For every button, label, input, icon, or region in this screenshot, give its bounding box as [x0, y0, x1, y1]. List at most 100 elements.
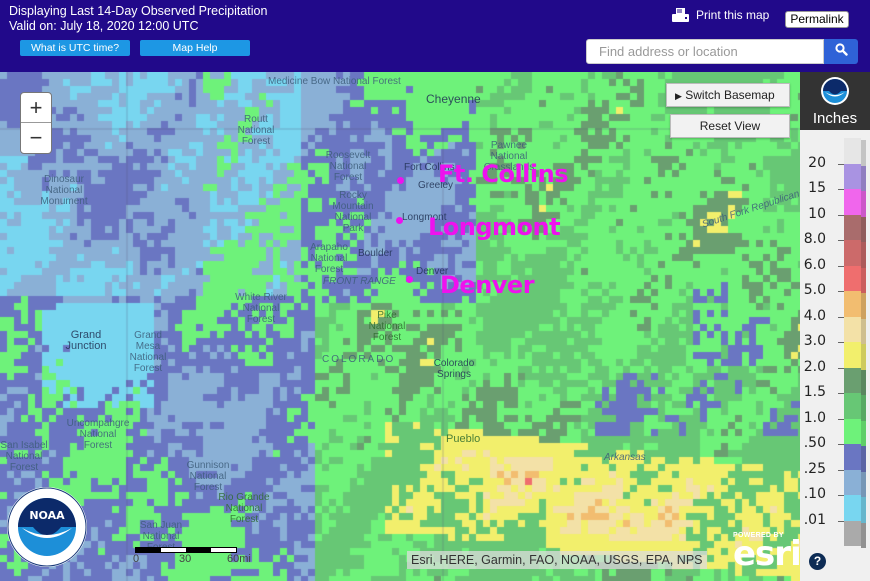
place-label: Uncompahgre National Forest [66, 418, 130, 451]
legend-unit-label: Inches [812, 110, 858, 127]
legend-label: 6.0 [803, 256, 826, 273]
noaa-seal-text: NOAA [29, 509, 65, 522]
precipitation-map[interactable]: Medicine Bow National Forest Cheyenne Ro… [0, 72, 800, 581]
printer-icon [672, 8, 690, 22]
place-label: Cheyenne [426, 92, 481, 106]
map-help-button[interactable]: Map Help [140, 40, 250, 56]
legend-label: 2.0 [803, 358, 826, 375]
legend-swatch [844, 138, 861, 164]
annotation-dot-longmont [396, 217, 403, 224]
place-label: Grand Mesa National Forest [129, 330, 167, 374]
scale-bar: 0 30 60mi [133, 547, 251, 565]
zoom-out-button[interactable]: − [21, 123, 51, 153]
legend-swatch-side [861, 267, 866, 293]
legend-label: 15 [808, 180, 826, 196]
legend-label: 1.0 [803, 409, 826, 426]
title-line-1: Displaying Last 14-Day Observed Precipit… [9, 4, 268, 18]
place-label: Colorado Springs [433, 358, 475, 380]
legend-swatch-side [861, 420, 866, 446]
legend-label: .50 [803, 435, 826, 451]
page-title: Displaying Last 14-Day Observed Precipit… [9, 4, 267, 34]
place-label: Grand Junction [65, 329, 107, 352]
reset-view-button[interactable]: Reset View [670, 114, 790, 138]
app-root: Displaying Last 14-Day Observed Precipit… [0, 0, 870, 581]
place-label: COLORADO [322, 354, 396, 365]
legend-label: 4.0 [803, 307, 826, 324]
legend-label: 3.0 [803, 333, 826, 349]
legend-swatch [844, 469, 861, 495]
legend-swatch [844, 240, 861, 266]
esri-brand: esri [733, 534, 800, 574]
legend-swatch-side [861, 497, 866, 523]
legend-label: 10 [808, 205, 826, 222]
precipitation-legend: Inches 20 15 10 8.0 6.0 5.0 4.0 3.0 2.0 1.5 1.0 .50… [800, 72, 870, 581]
legend-swatch [844, 189, 861, 215]
print-map-link[interactable]: Print this map [672, 8, 769, 22]
switch-basemap-label: Switch Basemap [685, 88, 775, 102]
scale-label: 30 [179, 553, 192, 565]
legend-swatch-side [861, 395, 866, 421]
noaa-logo-icon [820, 76, 850, 106]
annotation-dot-denver [406, 276, 413, 283]
utc-time-button[interactable]: What is UTC time? [20, 40, 130, 56]
header-bar: Displaying Last 14-Day Observed Precipit… [0, 0, 870, 72]
permalink-button[interactable]: Permalink [785, 11, 849, 28]
search-box [586, 39, 858, 64]
legend-swatch [844, 520, 861, 546]
place-label: Pike National Forest [368, 310, 406, 343]
legend-label: .01 [803, 511, 826, 528]
place-label: White River National Forest [235, 292, 287, 325]
legend-swatch [844, 163, 861, 189]
map-attribution: Esri, HERE, Garmin, FAO, NOAA, USGS, EPA… [407, 551, 707, 569]
place-label: Gunnison National Forest [186, 460, 230, 493]
legend-swatch [844, 214, 861, 240]
place-label: Dinosaur National Monument [40, 174, 88, 207]
annotation-longmont: Longmont [428, 213, 561, 241]
legend-swatch-side [861, 446, 866, 472]
place-label: Medicine Bow National Forest [268, 76, 401, 87]
magnifier-icon [834, 42, 848, 61]
zoom-in-button[interactable]: + [21, 93, 51, 123]
search-button[interactable] [824, 39, 858, 64]
legend-swatch-side [861, 522, 866, 548]
legend-swatch-side [861, 191, 866, 217]
legend-swatch-side [861, 471, 866, 497]
legend-swatch-side [861, 344, 866, 370]
scale-label: 0 [133, 553, 140, 565]
legend-label: 20 [808, 154, 826, 171]
legend-swatch [844, 291, 861, 317]
legend-swatch-side [861, 293, 866, 319]
annotation-dot-ft-collins [397, 177, 404, 184]
place-label: Roosevelt National Forest [325, 150, 371, 183]
search-input[interactable] [586, 39, 824, 64]
legend-label: 5.0 [803, 282, 826, 298]
switch-basemap-button[interactable]: ▶ Switch Basemap [666, 83, 790, 107]
legend-help-button[interactable]: ? [809, 553, 826, 570]
title-line-2: Valid on: July 18, 2020 12:00 UTC [9, 19, 199, 33]
legend-swatch-side [861, 242, 866, 268]
legend-label: 1.5 [803, 384, 826, 400]
legend-swatch-side [861, 140, 866, 166]
legend-swatch [844, 418, 861, 444]
legend-swatch [844, 342, 861, 368]
place-label: Rio Grande National Forest [218, 492, 270, 525]
legend-swatch-side [861, 165, 866, 191]
legend-swatch-side [861, 369, 866, 395]
place-label: Rocky Mountain National Park [332, 190, 374, 234]
place-label: Arapaho National Forest [310, 242, 348, 275]
place-label: Pueblo [446, 433, 481, 445]
legend-label: .25 [803, 460, 826, 477]
esri-logo: POWERED BY esri [733, 532, 800, 574]
place-label: San Isabel National Forest [0, 440, 48, 473]
legend-swatch-side [861, 318, 866, 344]
scale-label: 60mi [227, 553, 251, 565]
zoom-control: + − [20, 92, 52, 154]
annotation-ft-collins: Ft. Collins [438, 160, 569, 188]
river-label: Arkansas [604, 452, 646, 463]
legend-swatch [844, 444, 861, 470]
legend-swatch [844, 316, 861, 342]
legend-swatch [844, 367, 861, 393]
legend-swatch [844, 265, 861, 291]
caret-right-icon: ▶ [675, 91, 682, 101]
legend-label: .10 [803, 486, 826, 502]
